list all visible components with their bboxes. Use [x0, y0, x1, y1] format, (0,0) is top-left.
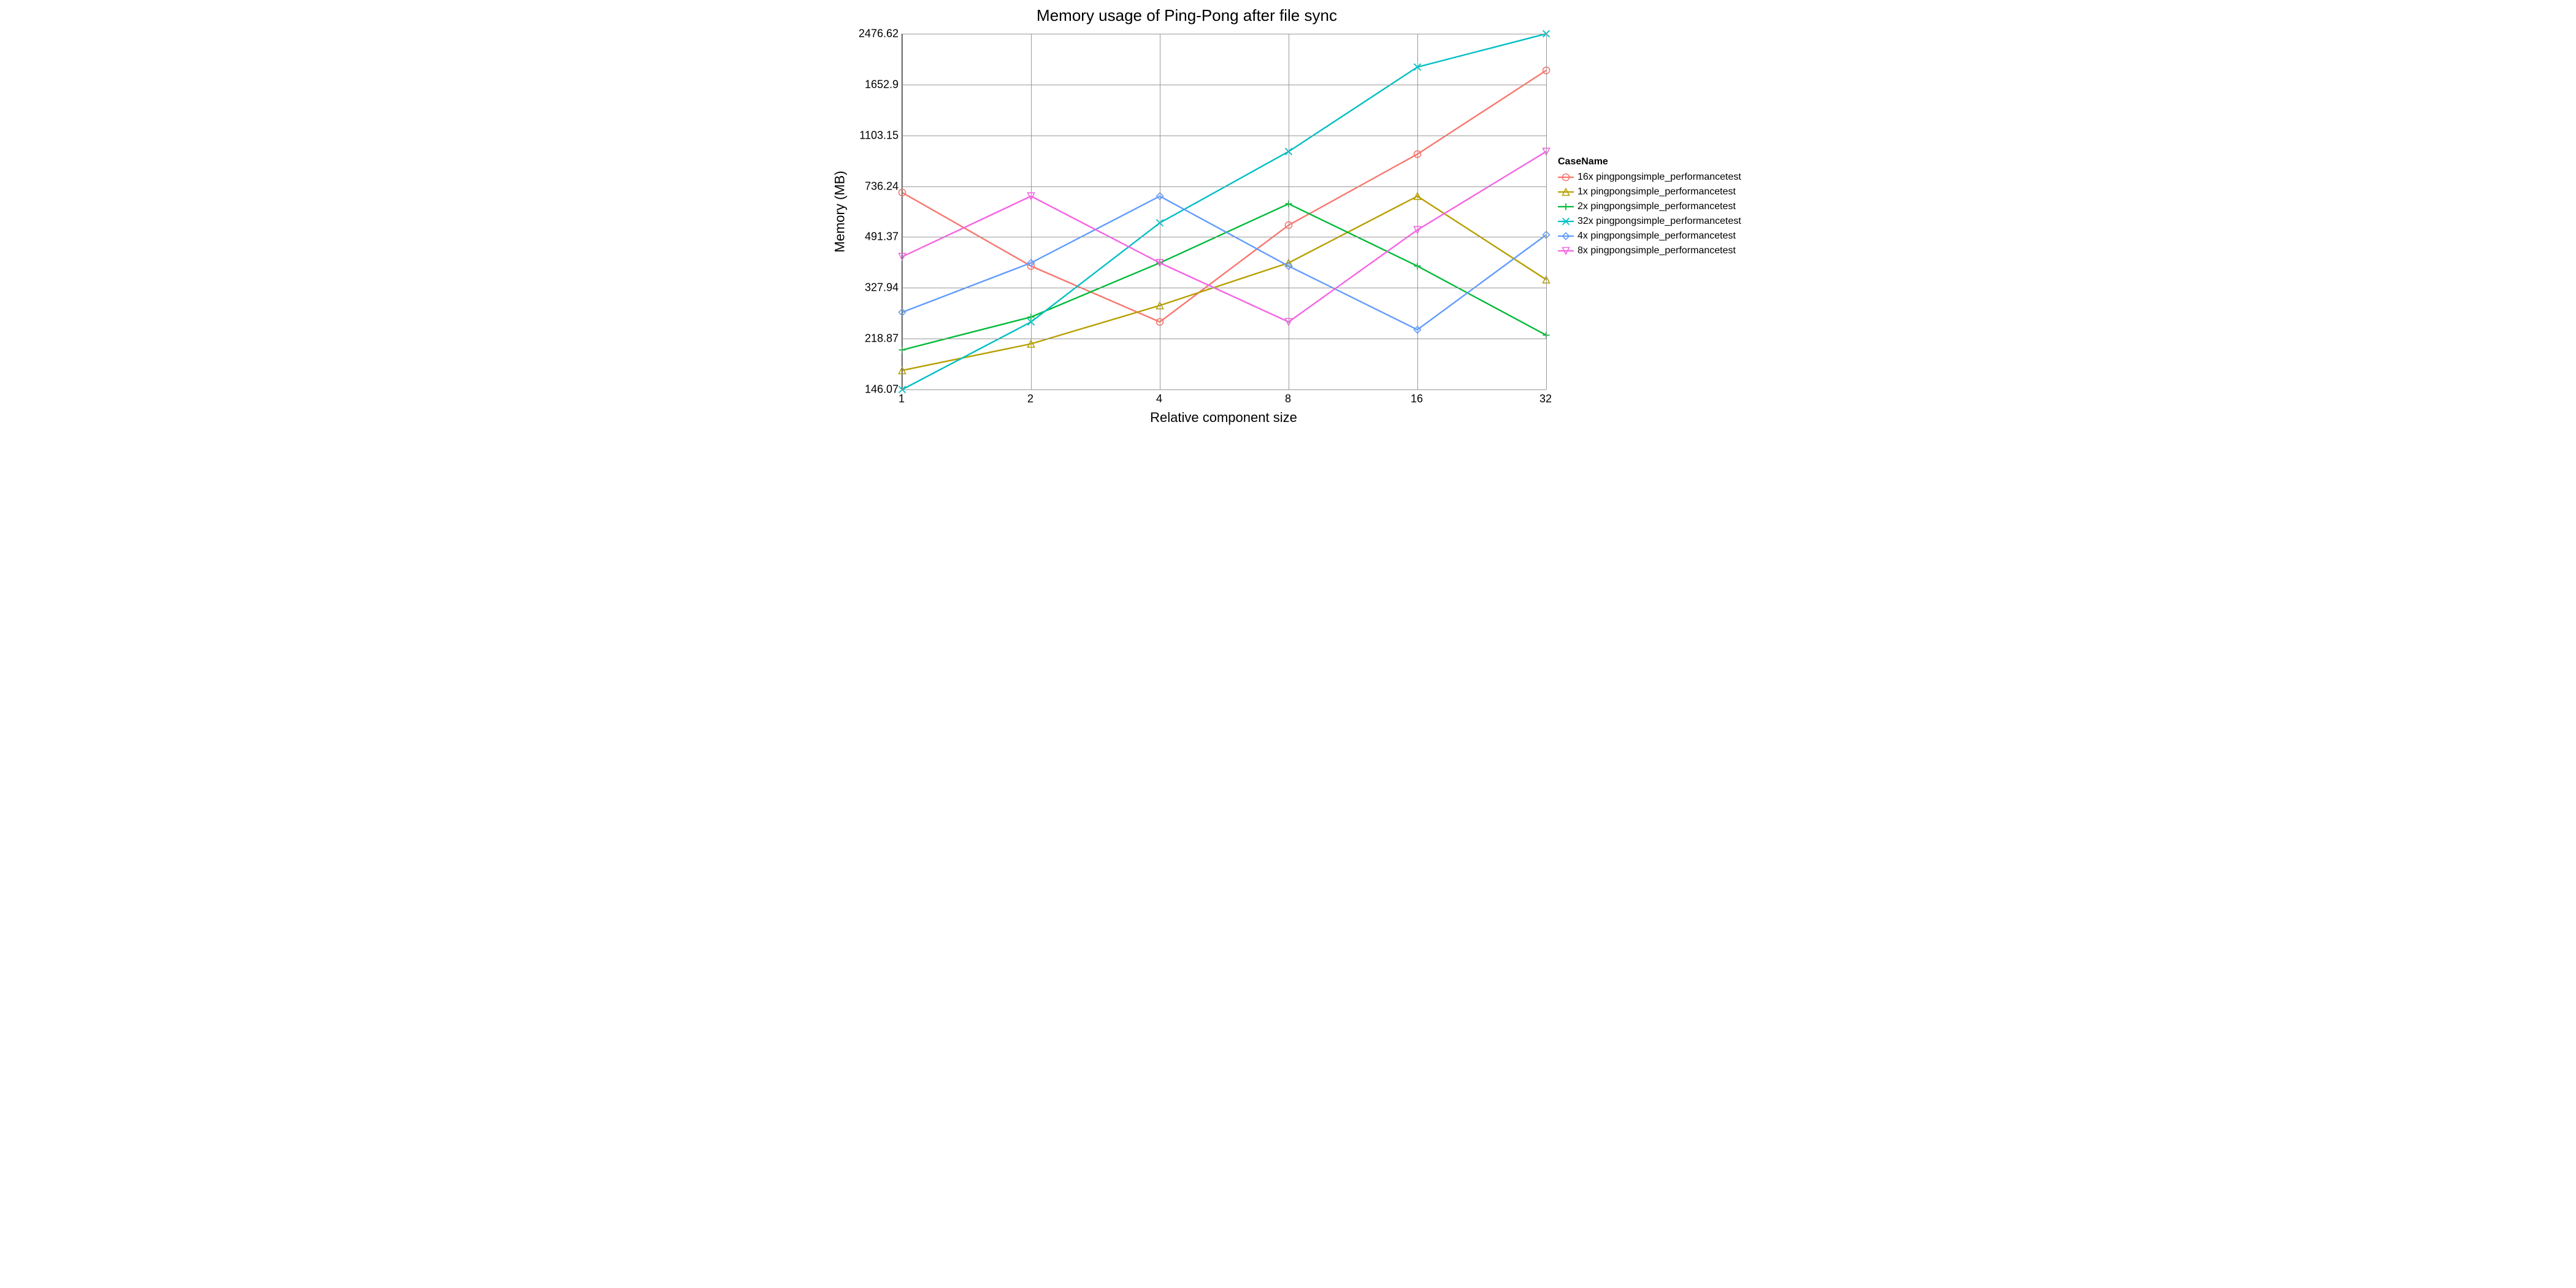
- series-line: [902, 204, 1546, 350]
- legend-label: 2x pingpongsimple_performancetest: [1577, 201, 1736, 212]
- legend-swatch: [1558, 231, 1574, 242]
- gridline-h: [902, 389, 1546, 390]
- legend: CaseName 16x pingpongsimple_performancet…: [1558, 156, 1741, 258]
- y-tick-label: 491.37: [853, 231, 899, 243]
- legend-item: 8x pingpongsimple_performancetest: [1558, 243, 1741, 258]
- legend-label: 1x pingpongsimple_performancetest: [1577, 186, 1736, 197]
- legend-item: 16x pingpongsimple_performancetest: [1558, 170, 1741, 185]
- legend-title: CaseName: [1558, 156, 1741, 167]
- chart-title: Memory usage of Ping-Pong after file syn…: [828, 6, 1546, 25]
- y-tick-label: 218.87: [853, 332, 899, 345]
- legend-swatch: [1558, 216, 1574, 227]
- legend-label: 4x pingpongsimple_performancetest: [1577, 231, 1736, 242]
- chart-container: Memory usage of Ping-Pong after file syn…: [828, 0, 1748, 460]
- y-axis-label: Memory (MB): [833, 34, 848, 389]
- legend-item: 1x pingpongsimple_performancetest: [1558, 185, 1741, 199]
- y-tick-label: 2476.62: [853, 28, 899, 40]
- x-tick-label: 8: [1285, 393, 1291, 405]
- gridline-v: [1417, 34, 1418, 389]
- data-point-marker: [1563, 204, 1570, 210]
- chart-svg: [902, 34, 1546, 389]
- plot-area: [902, 34, 1546, 390]
- y-tick-label: 736.24: [853, 180, 899, 193]
- legend-label: 8x pingpongsimple_performancetest: [1577, 245, 1736, 256]
- gridline-v: [902, 34, 903, 389]
- legend-swatch: [1558, 245, 1574, 256]
- legend-label: 16x pingpongsimple_performancetest: [1577, 172, 1741, 183]
- legend-swatch: [1558, 186, 1574, 197]
- x-tick-label: 2: [1027, 393, 1033, 405]
- gridline-h: [902, 186, 1546, 187]
- gridline-v: [1546, 34, 1547, 389]
- x-axis-label: Relative component size: [902, 410, 1546, 426]
- x-tick-label: 1: [899, 393, 905, 405]
- legend-swatch: [1558, 201, 1574, 212]
- legend-label: 32x pingpongsimple_performancetest: [1577, 216, 1741, 227]
- legend-item: 2x pingpongsimple_performancetest: [1558, 199, 1741, 214]
- x-tick-label: 16: [1411, 393, 1423, 405]
- legend-item: 32x pingpongsimple_performancetest: [1558, 214, 1741, 229]
- y-tick-label: 146.07: [853, 383, 899, 396]
- y-tick-label: 327.94: [853, 282, 899, 294]
- legend-item: 4x pingpongsimple_performancetest: [1558, 229, 1741, 243]
- legend-swatch: [1558, 172, 1574, 183]
- x-tick-label: 32: [1539, 393, 1552, 405]
- y-tick-label: 1652.9: [853, 78, 899, 91]
- x-tick-label: 4: [1156, 393, 1162, 405]
- y-tick-label: 1103.15: [853, 129, 899, 142]
- gridline-v: [1031, 34, 1032, 389]
